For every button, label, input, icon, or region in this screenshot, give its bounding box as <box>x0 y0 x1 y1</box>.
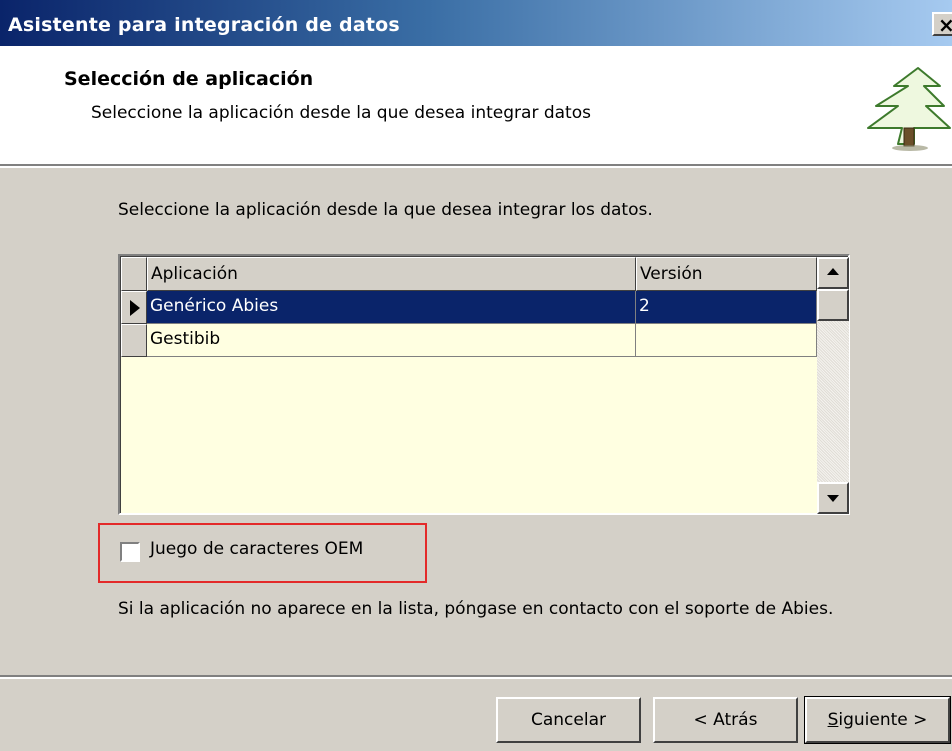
current-row-arrow-icon <box>130 300 140 316</box>
arrow-down-icon <box>827 495 839 502</box>
table-row[interactable]: Gestibib <box>121 324 817 357</box>
tree-icon <box>867 67 951 151</box>
page-subtitle: Seleccione la aplicación desde la que de… <box>91 103 591 123</box>
title-bar: Asistente para integración de datos × <box>0 0 952 46</box>
page-title: Selección de aplicación <box>64 68 314 90</box>
row-indicator[interactable] <box>121 324 147 357</box>
close-button[interactable]: × <box>932 12 952 37</box>
column-header-application[interactable]: Aplicación <box>147 257 636 291</box>
cell-application[interactable]: Gestibib <box>147 324 636 357</box>
table-row[interactable]: Genérico Abies 2 <box>121 291 817 324</box>
cancel-button[interactable]: Cancelar <box>496 697 641 743</box>
next-accelerator: S <box>827 710 839 730</box>
applications-grid[interactable]: Aplicación Versión Genérico Abies 2 Gest… <box>118 254 850 515</box>
cell-application[interactable]: Genérico Abies <box>147 291 636 324</box>
close-icon: × <box>938 13 952 37</box>
scroll-down-button[interactable] <box>817 482 849 514</box>
column-header-version[interactable]: Versión <box>636 257 817 291</box>
arrow-up-icon <box>827 268 839 275</box>
wizard-header: Selección de aplicación Seleccione la ap… <box>0 46 952 164</box>
next-button[interactable]: Siguiente > <box>804 696 951 744</box>
scroll-up-button[interactable] <box>817 257 849 289</box>
scroll-thumb[interactable] <box>817 289 849 321</box>
back-button[interactable]: < Atrás <box>653 697 798 743</box>
oem-checkbox-label[interactable]: Juego de caracteres OEM <box>150 539 363 559</box>
help-text: Si la aplicación no aparece en la lista,… <box>118 599 834 619</box>
window-title: Asistente para integración de datos <box>8 14 400 36</box>
next-label: iguiente > <box>838 710 928 730</box>
cell-version[interactable]: 2 <box>636 291 817 324</box>
cell-version[interactable] <box>636 324 817 357</box>
instruction-text: Seleccione la aplicación desde la que de… <box>118 200 653 220</box>
vertical-scrollbar[interactable] <box>817 257 849 514</box>
row-indicator[interactable] <box>121 291 147 324</box>
grid-corner-header <box>121 257 147 291</box>
oem-checkbox[interactable] <box>120 542 140 562</box>
